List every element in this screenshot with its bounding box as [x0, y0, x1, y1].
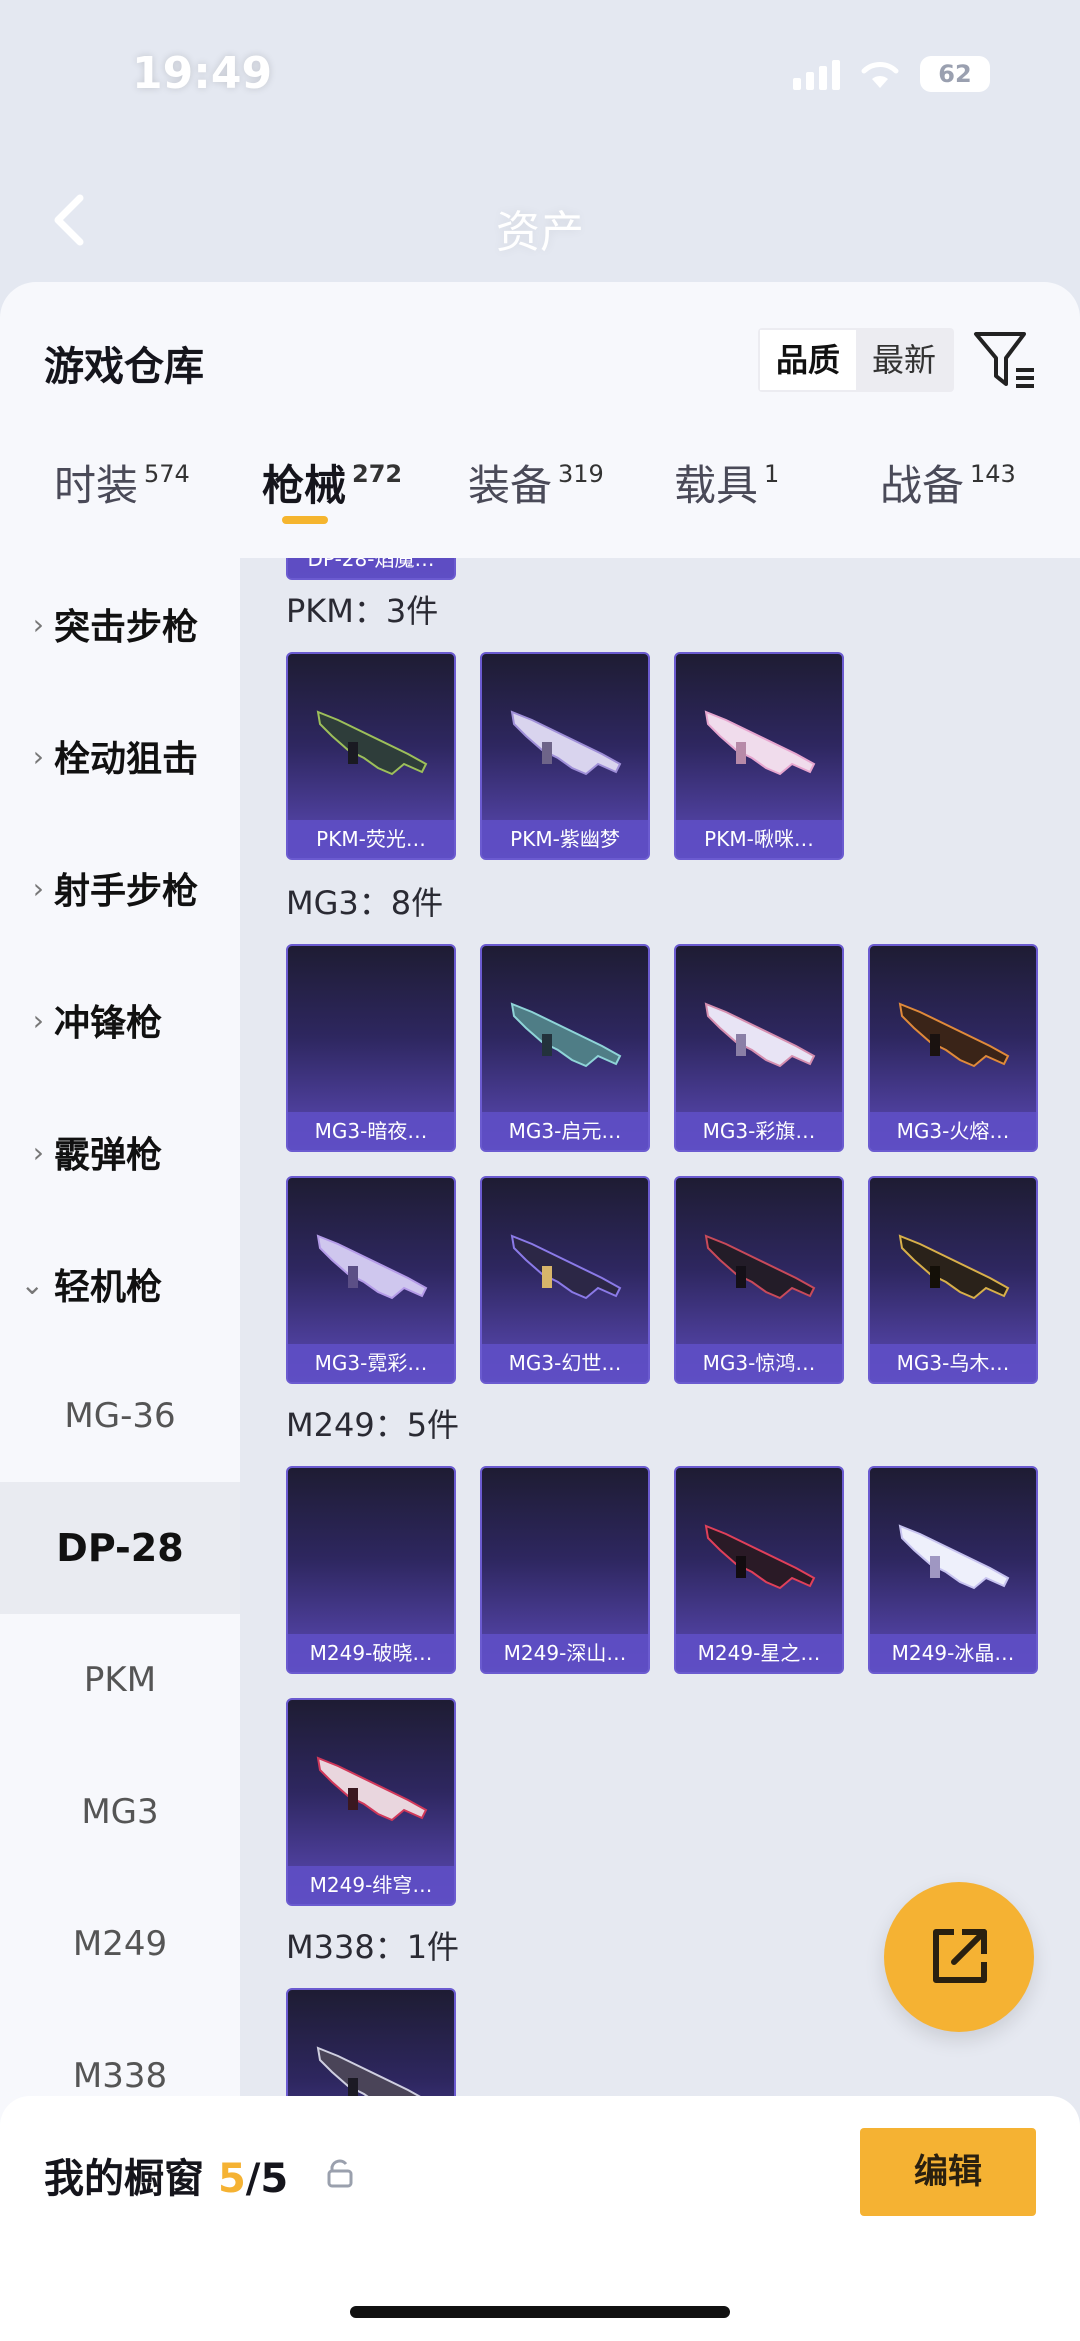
sidebar-sub-mg36[interactable]: MG-36	[0, 1350, 240, 1482]
sidebar-sub-mg3[interactable]: MG3	[0, 1746, 240, 1878]
sort-quality-button[interactable]: 品质	[760, 330, 857, 390]
status-time: 19:49	[132, 48, 273, 99]
item-card[interactable]: MG3-彩旗…	[674, 944, 844, 1152]
sidebar-item-lmg[interactable]: ⌄ 轻机枪	[0, 1218, 240, 1350]
warehouse-sheet: 游戏仓库 品质 最新 时装 574 枪械 272 装备 319 载具 1 战备 143 ›…	[0, 282, 1080, 2341]
item-card[interactable]: M249-星之…	[674, 1466, 844, 1674]
item-card[interactable]: MG3-火熔…	[868, 944, 1038, 1152]
chevron-down-icon: ⌄	[20, 1267, 44, 1301]
sidebar-item-shotgun[interactable]: › 霰弹枪	[0, 1086, 240, 1218]
weapon-icon	[704, 1234, 816, 1300]
weapon-icon	[704, 1002, 816, 1068]
tab-fashion[interactable]: 时装 574	[54, 452, 190, 513]
item-card[interactable]: M249-绯穹…	[286, 1698, 456, 1906]
item-card[interactable]: PKM-啾咪…	[674, 652, 844, 860]
item-card[interactable]: MG3-幻世…	[480, 1176, 650, 1384]
item-grid: DP-28-焰魔… PKM：3件 PKM-荧光… PKM-紫幽梦 PKM-啾咪……	[240, 558, 1080, 2341]
status-bar: 19:49 62	[0, 0, 1080, 130]
battery-icon: 62	[920, 56, 990, 92]
tab-equipment[interactable]: 装备 319	[468, 452, 604, 513]
item-card[interactable]: MG3-启元…	[480, 944, 650, 1152]
item-card[interactable]: M249-破晓…	[286, 1466, 456, 1674]
item-card[interactable]: PKM-荧光…	[286, 652, 456, 860]
sidebar-sub-m249[interactable]: M249	[0, 1878, 240, 2010]
sidebar-sub-pkm[interactable]: PKM	[0, 1614, 240, 1746]
item-card[interactable]: PKM-紫幽梦	[480, 652, 650, 860]
sidebar-item-bolt-sniper[interactable]: › 栓动狙击	[0, 690, 240, 822]
wifi-icon	[861, 62, 899, 88]
sheet-title: 游戏仓库	[44, 344, 204, 390]
weapon-icon	[316, 710, 428, 776]
group-title-m338: M338：1件	[286, 1928, 460, 1966]
weapon-icon	[898, 1234, 1010, 1300]
showcase-count: 5	[217, 2156, 246, 2202]
share-button[interactable]	[884, 1882, 1034, 2032]
showcase-label: 我的橱窗 5/5	[44, 2156, 289, 2202]
showcase-total: /5	[245, 2156, 289, 2202]
sidebar-item-marksman-rifle[interactable]: › 射手步枪	[0, 822, 240, 954]
page-title: 资产	[496, 207, 584, 258]
home-indicator	[350, 2306, 730, 2318]
item-card[interactable]: MG3-霓彩…	[286, 1176, 456, 1384]
item-card[interactable]: MG3-惊鸿…	[674, 1176, 844, 1384]
item-card[interactable]: M249-深山…	[480, 1466, 650, 1674]
weapon-icon	[510, 1002, 622, 1068]
chevron-right-icon: ›	[32, 1003, 44, 1037]
group-title-mg3: MG3：8件	[286, 884, 444, 922]
active-tab-underline	[282, 516, 328, 524]
sidebar-item-assault-rifle[interactable]: › 突击步枪	[0, 558, 240, 690]
category-tabs: 时装 574 枪械 272 装备 319 载具 1 战备 143	[0, 440, 1080, 540]
tab-vehicles[interactable]: 载具 1	[674, 452, 779, 513]
weapon-icon	[898, 1524, 1010, 1590]
group-title-pkm: PKM：3件	[286, 592, 439, 630]
tab-guns[interactable]: 枪械 272	[262, 452, 402, 513]
weapon-icon	[510, 710, 622, 776]
chevron-right-icon: ›	[32, 871, 44, 905]
item-card[interactable]: MG3-乌木…	[868, 1176, 1038, 1384]
chevron-right-icon: ›	[32, 739, 44, 773]
showcase-bar: 我的橱窗 5/5 编辑	[0, 2096, 1080, 2341]
weapon-icon	[898, 1002, 1010, 1068]
sidebar-item-smg[interactable]: › 冲锋枪	[0, 954, 240, 1086]
category-sidebar: › 突击步枪 › 栓动狙击 › 射手步枪 › 冲锋枪 › 霰弹枪 ⌄ 轻机枪 MG-36 D…	[0, 558, 240, 2341]
sidebar-sub-dp28[interactable]: DP-28	[0, 1482, 240, 1614]
weapon-icon	[510, 1234, 622, 1300]
status-icons: 62	[793, 56, 990, 92]
external-link-icon	[933, 1929, 987, 1983]
weapon-icon	[316, 1756, 428, 1822]
item-card[interactable]: M249-冰晶…	[868, 1466, 1038, 1674]
chevron-right-icon: ›	[32, 607, 44, 641]
weapon-icon	[316, 1234, 428, 1300]
tab-tactical[interactable]: 战备 143	[880, 452, 1016, 513]
item-card[interactable]: MG3-暗夜…	[286, 944, 456, 1152]
item-card[interactable]: DP-28-焰魔…	[286, 558, 456, 580]
cellular-signal-icon	[793, 58, 840, 90]
filter-icon[interactable]	[972, 328, 1038, 392]
chevron-right-icon: ›	[32, 1135, 44, 1169]
lock-icon	[327, 2159, 353, 2188]
weapon-icon	[704, 710, 816, 776]
group-title-m249: M249：5件	[286, 1406, 460, 1444]
sort-latest-button[interactable]: 最新	[856, 330, 952, 390]
edit-button[interactable]: 编辑	[860, 2128, 1036, 2216]
weapon-icon	[704, 1524, 816, 1590]
sort-toggle: 品质 最新	[758, 328, 955, 392]
